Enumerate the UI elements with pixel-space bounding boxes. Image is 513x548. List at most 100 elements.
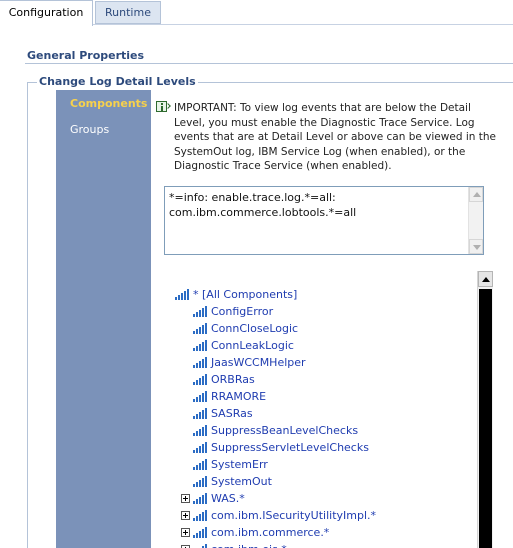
- tree-scroll-thumb[interactable]: [479, 289, 492, 548]
- level-bar: [199, 378, 201, 385]
- chevron-up-icon: [473, 192, 481, 197]
- tree-node-label[interactable]: WAS.*: [211, 490, 245, 507]
- log-level-icon[interactable]: [193, 391, 208, 402]
- tree-node-label[interactable]: SystemErr: [211, 456, 268, 473]
- tab-configuration[interactable]: Configuration: [0, 0, 93, 26]
- log-level-icon[interactable]: [193, 357, 208, 368]
- level-bar: [202, 529, 204, 538]
- tree-node-label[interactable]: com.ibm.ejs.*: [211, 541, 287, 548]
- log-level-icon[interactable]: [193, 306, 208, 317]
- tab-runtime[interactable]: Runtime: [95, 1, 161, 24]
- level-bar: [184, 291, 186, 300]
- expand-plus-icon[interactable]: [181, 494, 190, 503]
- level-bar: [193, 348, 195, 351]
- log-level-icon[interactable]: [193, 323, 208, 334]
- level-bar: [193, 365, 195, 368]
- log-level-icon[interactable]: [193, 527, 208, 538]
- level-bar: [199, 310, 201, 317]
- log-level-icon[interactable]: [193, 442, 208, 453]
- level-bar: [202, 342, 204, 351]
- level-bar: [196, 516, 198, 521]
- info-message: IMPORTANT: To view log events that are b…: [174, 101, 504, 174]
- level-bar: [205, 340, 207, 351]
- tree-node-label[interactable]: JaasWCCMHelper: [211, 354, 306, 371]
- level-bar: [193, 484, 195, 487]
- components-tree: * [All Components] ConfigError ConnCloseLo…: [170, 286, 475, 548]
- level-bar: [199, 344, 201, 351]
- tree-node-label[interactable]: SuppressServletLevelChecks: [211, 439, 369, 456]
- log-level-icon[interactable]: [193, 374, 208, 385]
- tree-node-label[interactable]: RRAMORE: [211, 388, 266, 405]
- level-bar: [181, 293, 183, 300]
- log-level-icon[interactable]: [193, 425, 208, 436]
- level-bar: [202, 359, 204, 368]
- level-bar: [202, 427, 204, 436]
- textarea-scrollbar[interactable]: [468, 187, 483, 254]
- tree-node-label[interactable]: ConnCloseLogic: [211, 320, 298, 337]
- level-bar: [199, 327, 201, 334]
- chevron-up-icon: [482, 277, 490, 282]
- tree-node-label[interactable]: SuppressBeanLevelChecks: [211, 422, 358, 439]
- level-bar: [199, 361, 201, 368]
- level-bar: [193, 535, 195, 538]
- log-level-icon[interactable]: [193, 476, 208, 487]
- level-bar: [205, 408, 207, 419]
- level-bar: [205, 425, 207, 436]
- tree-node-label[interactable]: ORBRas: [211, 371, 255, 388]
- level-bar: [202, 393, 204, 402]
- level-bar: [205, 357, 207, 368]
- level-bar: [193, 399, 195, 402]
- tree-scroll-up-button[interactable]: [478, 271, 493, 287]
- trace-specification-textarea[interactable]: *=info: enable.trace.log.*=all: com.ibm.…: [164, 186, 484, 255]
- level-bar: [196, 448, 198, 453]
- level-bar: [205, 527, 207, 538]
- tree-node-label[interactable]: ConfigError: [211, 303, 273, 320]
- level-bar: [205, 442, 207, 453]
- level-bar: [199, 429, 201, 436]
- log-level-icon[interactable]: [193, 493, 208, 504]
- level-bar: [202, 308, 204, 317]
- info-line: IMPORTANT: To view log events that are b…: [174, 102, 471, 114]
- level-bar: [196, 533, 198, 538]
- tree-node-label[interactable]: ConnLeakLogic: [211, 337, 294, 354]
- sidebar-item-components[interactable]: Components: [70, 97, 147, 110]
- log-level-icon[interactable]: [193, 510, 208, 521]
- tree-node-label[interactable]: * [All Components]: [193, 286, 297, 303]
- level-bar: [193, 518, 195, 521]
- tree-node-label[interactable]: com.ibm.ISecurityUtilityImpl.*: [211, 507, 376, 524]
- level-bar: [193, 501, 195, 504]
- expand-plus-icon[interactable]: [181, 511, 190, 520]
- log-level-icon[interactable]: [193, 340, 208, 351]
- textarea-scroll-down-button[interactable]: [469, 239, 483, 254]
- expand-plus-icon[interactable]: [181, 528, 190, 537]
- log-level-icon[interactable]: [175, 289, 190, 300]
- tree-scrollbar[interactable]: [477, 271, 493, 548]
- level-bar: [199, 531, 201, 538]
- level-bar: [196, 346, 198, 351]
- tree-node-label[interactable]: com.ibm.commerce.*: [211, 524, 329, 541]
- level-bar: [205, 306, 207, 317]
- trace-specification-value[interactable]: *=info: enable.trace.log.*=all: com.ibm.…: [169, 190, 467, 220]
- level-bar: [202, 495, 204, 504]
- level-bar: [199, 514, 201, 521]
- level-bar: [196, 329, 198, 334]
- level-bar: [175, 297, 177, 300]
- tree-node-label[interactable]: SASRas: [211, 405, 253, 422]
- level-bar: [202, 478, 204, 487]
- level-bar: [199, 480, 201, 487]
- log-level-icon[interactable]: [193, 459, 208, 470]
- log-level-icon[interactable]: [193, 408, 208, 419]
- level-bar: [202, 444, 204, 453]
- section-title: General Properties: [27, 49, 145, 62]
- tree-node-label[interactable]: SystemOut: [211, 473, 272, 490]
- info-line: events that are at Detail Level or above…: [174, 131, 496, 143]
- tab-bar: Configuration Runtime: [0, 0, 513, 26]
- textarea-scroll-up-button[interactable]: [469, 187, 483, 202]
- level-bar: [196, 397, 198, 402]
- level-bar: [205, 493, 207, 504]
- level-bar: [205, 323, 207, 334]
- level-bar: [196, 499, 198, 504]
- sidebar-item-groups[interactable]: Groups: [70, 123, 109, 136]
- level-bar: [202, 461, 204, 470]
- level-bar: [205, 459, 207, 470]
